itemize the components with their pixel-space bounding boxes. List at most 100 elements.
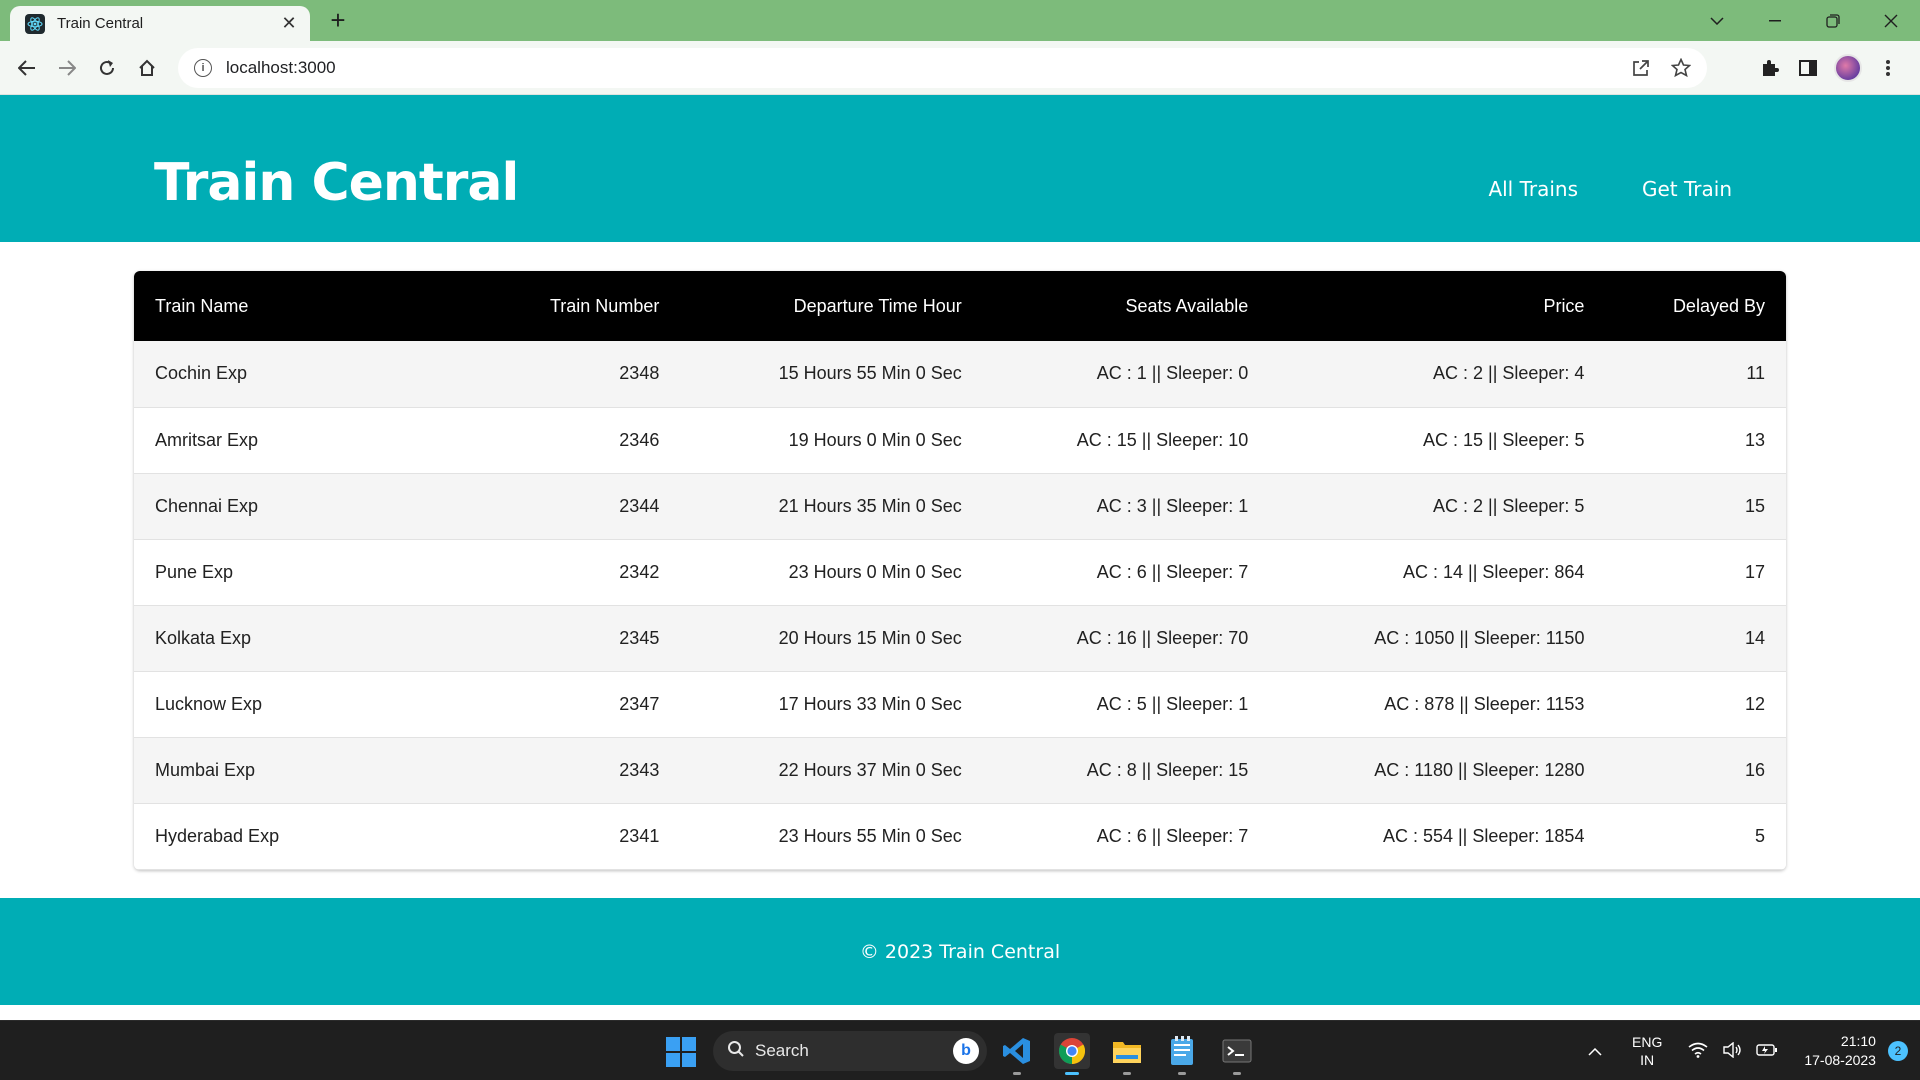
tab-title: Train Central [57,15,144,32]
reload-icon[interactable] [93,54,121,82]
back-arrow-icon[interactable] [13,54,41,82]
browser-toolbar: i localhost:3000 [0,41,1920,95]
star-icon[interactable] [1669,56,1693,80]
taskbar-search-label: Search [755,1041,809,1060]
language-code: ENG [1632,1034,1663,1050]
cell-train-name: Mumbai Exp [155,759,256,780]
running-indicator [1123,1072,1131,1075]
cell-delayed-by: 12 [1744,693,1765,714]
sidepanel-icon[interactable] [1796,56,1820,80]
running-indicator [1233,1072,1241,1075]
cell-train-number: 2343 [619,759,660,780]
cell-train-number: 2347 [619,693,660,714]
app-header: Train Central All Trains Get Train [0,95,1920,242]
cell-departure-time: 15 Hours 55 Min 0 Sec [778,363,962,384]
col-header-price: Price [1543,295,1585,316]
cell-seats-available: AC : 6 || Sleeper: 7 [1096,561,1249,582]
forward-arrow-icon[interactable] [53,54,81,82]
volume-icon[interactable] [1722,1041,1742,1061]
bing-icon[interactable]: b [953,1038,979,1064]
table-row[interactable]: Kolkata Exp 2345 20 Hours 15 Min 0 Sec A… [134,605,1786,671]
table-row[interactable]: Mumbai Exp 2343 22 Hours 37 Min 0 Sec AC… [134,737,1786,803]
cell-train-number: 2345 [619,627,660,648]
cell-train-number: 2346 [619,429,660,450]
cell-departure-time: 23 Hours 0 Min 0 Sec [788,561,962,582]
vscode-icon[interactable] [999,1033,1035,1075]
file-explorer-icon[interactable] [1109,1033,1145,1075]
url-text: localhost:3000 [226,58,336,77]
restore-icon[interactable] [1804,0,1862,41]
chevron-down-icon[interactable] [1688,0,1746,41]
cell-price: AC : 1050 || Sleeper: 1150 [1374,627,1585,648]
wifi-icon[interactable] [1688,1042,1708,1061]
cell-delayed-by: 5 [1754,825,1765,846]
cell-delayed-by: 14 [1744,627,1765,648]
brand-title[interactable]: Train Central [154,157,519,209]
share-icon[interactable] [1629,56,1653,80]
notepad-icon[interactable] [1164,1033,1200,1075]
cell-departure-time: 19 Hours 0 Min 0 Sec [788,429,962,450]
cell-delayed-by: 16 [1744,759,1765,780]
col-header-departure-time: Departure Time Hour [793,295,962,316]
taskbar-search[interactable]: Search b [713,1031,987,1071]
cell-price: AC : 14 || Sleeper: 864 [1402,561,1585,582]
nav-get-train[interactable]: Get Train [1642,177,1732,201]
table-row[interactable]: Chennai Exp 2344 21 Hours 35 Min 0 Sec A… [134,473,1786,539]
battery-icon[interactable] [1756,1043,1778,1060]
windows-start-icon[interactable] [666,1037,696,1067]
table-row[interactable]: Amritsar Exp 2346 19 Hours 0 Min 0 Sec A… [134,407,1786,473]
extensions-icon[interactable] [1758,56,1782,80]
table-row[interactable]: Pune Exp 2342 23 Hours 0 Min 0 Sec AC : … [134,539,1786,605]
trains-table: Train Name Train Number Departure Time H… [134,271,1786,870]
cell-seats-available: AC : 1 || Sleeper: 0 [1096,363,1249,384]
col-header-train-name: Train Name [155,295,249,316]
profile-avatar[interactable] [1834,54,1862,82]
col-header-train-number: Train Number [549,295,660,316]
search-icon [727,1040,745,1063]
new-tab-plus-icon[interactable]: + [324,6,352,36]
terminal-icon[interactable] [1219,1033,1255,1075]
cell-train-name: Lucknow Exp [155,693,263,714]
table-header-row: Train Name Train Number Departure Time H… [134,271,1786,341]
cell-train-name: Cochin Exp [155,363,248,384]
cell-train-number: 2342 [619,561,660,582]
cell-train-name: Amritsar Exp [155,429,259,450]
home-icon[interactable] [133,54,161,82]
taskbar-clock[interactable]: 21:10 17-08-2023 [1804,1032,1876,1070]
minimize-icon[interactable] [1746,0,1804,41]
window-close-icon[interactable] [1862,0,1920,41]
info-icon[interactable]: i [194,59,212,77]
cell-price: AC : 554 || Sleeper: 1854 [1382,825,1585,846]
table-row[interactable]: Cochin Exp 2348 15 Hours 55 Min 0 Sec AC… [134,341,1786,407]
cell-train-name: Kolkata Exp [155,627,252,648]
more-vert-icon[interactable] [1876,56,1900,80]
table-row[interactable]: Hyderabad Exp 2341 23 Hours 55 Min 0 Sec… [134,803,1786,869]
notification-badge[interactable]: 2 [1887,1041,1908,1061]
cell-price: AC : 2 || Sleeper: 5 [1433,495,1585,516]
cell-train-number: 2341 [619,825,660,846]
cell-seats-available: AC : 6 || Sleeper: 7 [1096,825,1249,846]
main-nav: All Trains Get Train [1488,177,1732,201]
language-indicator[interactable]: ENG IN [1632,1033,1662,1069]
cell-train-name: Hyderabad Exp [155,825,280,846]
react-favicon-icon [25,13,45,34]
app-footer: © 2023 Train Central [0,898,1920,1005]
cell-delayed-by: 13 [1744,429,1765,450]
cell-price: AC : 1180 || Sleeper: 1280 [1374,759,1585,780]
window-controls [1688,0,1920,41]
address-bar[interactable]: i localhost:3000 [178,48,1707,88]
cell-seats-available: AC : 3 || Sleeper: 1 [1096,495,1249,516]
chrome-icon[interactable] [1054,1033,1090,1075]
active-indicator [1065,1072,1079,1075]
running-indicator [1178,1072,1186,1075]
cell-seats-available: AC : 5 || Sleeper: 1 [1096,693,1249,714]
browser-tab-active[interactable]: Train Central ✕ [10,6,310,41]
nav-all-trains[interactable]: All Trains [1488,177,1578,201]
cell-train-name: Pune Exp [155,561,234,582]
cell-departure-time: 23 Hours 55 Min 0 Sec [778,825,962,846]
table-row[interactable]: Lucknow Exp 2347 17 Hours 33 Min 0 Sec A… [134,671,1786,737]
cell-price: AC : 878 || Sleeper: 1153 [1384,693,1585,714]
close-tab-icon[interactable]: ✕ [278,13,300,34]
chevron-up-icon[interactable] [1588,1043,1602,1059]
cell-train-name: Chennai Exp [155,495,259,516]
